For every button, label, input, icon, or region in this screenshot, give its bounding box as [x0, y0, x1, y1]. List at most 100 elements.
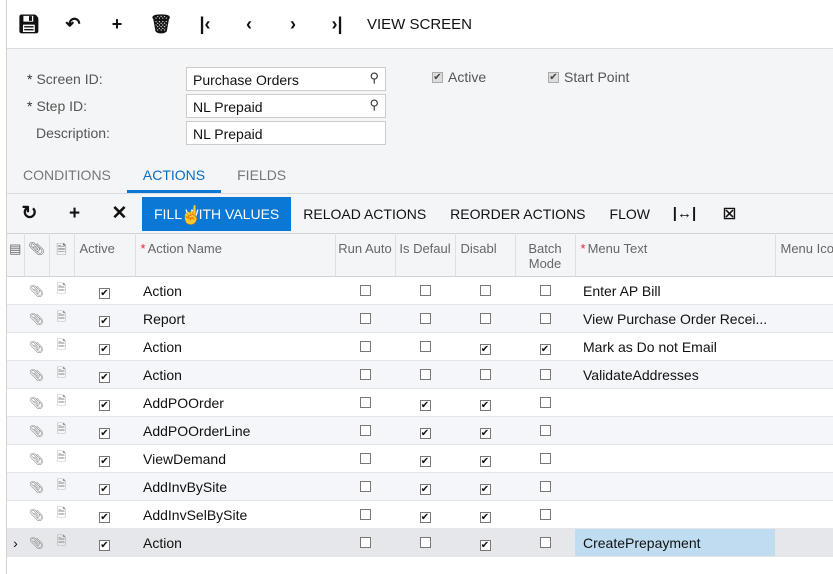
action-name-cell[interactable]: Action [135, 360, 335, 389]
attachment-icon[interactable]: 📎︎ [24, 416, 49, 445]
step-id-field[interactable]: NL Prepaid ⚲ [186, 94, 386, 118]
disabled-checkbox[interactable]: ✔ [479, 399, 491, 411]
batch-mode-checkbox[interactable] [539, 312, 551, 324]
active-checkbox[interactable]: ✔ [99, 483, 110, 495]
table-row[interactable]: 📎︎ 🗎︎ ✔ Report View Purchase Order Recei… [7, 304, 833, 333]
col-batch-mode[interactable]: Batch Mode [515, 233, 576, 277]
attachment-icon[interactable]: 📎︎ [24, 444, 49, 473]
batch-mode-checkbox[interactable] [539, 368, 551, 380]
undo-icon[interactable]: ↶ [51, 2, 95, 46]
tab-fields[interactable]: FIELDS [221, 155, 302, 193]
menu-text-cell[interactable]: Mark as Do not Email [575, 332, 775, 361]
is-default-checkbox[interactable] [419, 368, 431, 380]
attachment-icon[interactable]: 📎︎ [24, 360, 49, 389]
next-record-icon[interactable]: › [271, 2, 315, 46]
fit-columns-icon[interactable]: |↔| [662, 205, 707, 222]
col-active[interactable]: Active [74, 233, 136, 277]
active-checkbox[interactable]: ✔ [99, 455, 110, 467]
menu-icon-cell[interactable] [775, 276, 833, 305]
run-auto-checkbox[interactable] [359, 452, 371, 464]
first-record-icon[interactable]: |‹ [183, 2, 227, 46]
col-run-auto[interactable]: Run Auto [335, 233, 396, 277]
attachment-icon[interactable]: 📎︎ [24, 304, 49, 333]
last-record-icon[interactable]: ›| [315, 2, 359, 46]
previous-record-icon[interactable]: ‹ [227, 2, 271, 46]
table-row[interactable]: › 📎︎ 🗎︎ ✔ Action ✔ CreatePrepayment [7, 528, 833, 557]
run-auto-checkbox[interactable] [359, 396, 371, 408]
tab-actions[interactable]: ACTIONS [126, 155, 222, 193]
tab-conditions[interactable]: CONDITIONS [7, 155, 127, 193]
attachment-icon[interactable]: 📎︎ [24, 500, 49, 529]
table-row[interactable]: 📎︎ 🗎︎ ✔ AddPOOrderLine ✔ ✔ [7, 416, 833, 445]
batch-mode-checkbox[interactable] [539, 480, 551, 492]
attachment-icon[interactable]: 📎︎ [24, 388, 49, 417]
table-row[interactable]: 📎︎ 🗎︎ ✔ AddInvSelBySite ✔ ✔ [7, 500, 833, 529]
menu-icon-cell[interactable] [775, 444, 833, 473]
active-checkbox[interactable]: ✔ [99, 427, 110, 439]
active-checkbox[interactable]: ✔ [99, 371, 110, 383]
note-icon[interactable]: 🗎︎ [49, 444, 74, 473]
action-name-cell[interactable]: Action [135, 528, 335, 557]
disabled-checkbox[interactable]: ✔ [479, 539, 491, 551]
table-row[interactable]: 📎︎ 🗎︎ ✔ Action ValidateAddresses [7, 360, 833, 389]
is-default-checkbox[interactable]: ✔ [419, 427, 431, 439]
export-excel-icon[interactable]: ☒ [707, 205, 752, 223]
run-auto-checkbox[interactable] [359, 284, 371, 296]
disabled-checkbox[interactable]: ✔ [479, 343, 491, 355]
note-icon[interactable]: 🗎︎ [49, 304, 74, 333]
is-default-checkbox[interactable]: ✔ [419, 511, 431, 523]
row-settings-icon[interactable]: ▤ [7, 233, 25, 277]
save-icon[interactable]: 💾︎ [7, 2, 51, 46]
action-name-cell[interactable]: ViewDemand [135, 444, 335, 473]
attachment-icon[interactable]: 📎︎ [24, 332, 49, 361]
is-default-checkbox[interactable] [419, 340, 431, 352]
disabled-checkbox[interactable] [479, 312, 491, 324]
col-menu-text[interactable]: * Menu Text [575, 233, 776, 277]
search-icon[interactable]: ⚲ [369, 97, 379, 113]
menu-icon-cell[interactable] [775, 360, 833, 389]
delete-icon[interactable]: 🗑︎ [139, 2, 183, 46]
note-icon[interactable]: 🗎︎ [49, 332, 74, 361]
active-checkbox[interactable]: ✔ [99, 315, 110, 327]
add-row-icon[interactable]: + [52, 203, 97, 225]
disabled-checkbox[interactable]: ✔ [479, 455, 491, 467]
screen-id-field[interactable]: Purchase Orders ⚲ [186, 67, 386, 91]
batch-mode-checkbox[interactable] [539, 284, 551, 296]
disabled-checkbox[interactable]: ✔ [479, 427, 491, 439]
batch-mode-checkbox[interactable] [539, 452, 551, 464]
attachment-icon[interactable]: 📎︎ [24, 276, 49, 305]
action-name-cell[interactable]: Action [135, 276, 335, 305]
action-name-cell[interactable]: Action [135, 332, 335, 361]
run-auto-checkbox[interactable] [359, 368, 371, 380]
note-icon[interactable]: 🗎︎ [49, 416, 74, 445]
add-icon[interactable]: + [95, 2, 139, 46]
batch-mode-checkbox[interactable] [539, 424, 551, 436]
is-default-checkbox[interactable]: ✔ [419, 399, 431, 411]
fill-with-values-button[interactable]: FILL WITH VALUES [142, 196, 292, 231]
active-checkbox[interactable]: ✔ [99, 287, 110, 299]
action-name-cell[interactable]: AddInvBySite [135, 472, 335, 501]
run-auto-checkbox[interactable] [359, 536, 371, 548]
table-row[interactable]: 📎︎ 🗎︎ ✔ Action Enter AP Bill [7, 276, 833, 305]
batch-mode-checkbox[interactable]: ✔ [539, 343, 551, 355]
refresh-icon[interactable]: ↻ [7, 202, 52, 225]
reorder-actions-button[interactable]: REORDER ACTIONS [438, 197, 597, 231]
note-icon[interactable]: 🗎︎ [49, 388, 74, 417]
col-disabled[interactable]: Disabl [455, 233, 516, 277]
run-auto-checkbox[interactable] [359, 424, 371, 436]
attachment-icon[interactable]: 📎︎ [24, 528, 49, 557]
description-field[interactable]: NL Prepaid [186, 121, 386, 145]
is-default-checkbox[interactable] [419, 312, 431, 324]
note-icon[interactable]: 🗎︎ [49, 276, 74, 305]
disabled-checkbox[interactable]: ✔ [479, 511, 491, 523]
menu-icon-cell[interactable] [775, 416, 833, 445]
menu-text-cell[interactable]: Enter AP Bill [575, 276, 775, 305]
active-checkbox[interactable]: ✔ [99, 539, 110, 551]
note-icon[interactable]: 🗎︎ [49, 528, 74, 557]
active-checkbox[interactable]: ✔ [99, 511, 110, 523]
action-name-cell[interactable]: AddPOOrderLine [135, 416, 335, 445]
is-default-checkbox[interactable]: ✔ [419, 483, 431, 495]
active-checkbox[interactable]: ✔ [99, 399, 110, 411]
menu-text-cell[interactable] [575, 500, 775, 529]
menu-text-cell[interactable] [575, 444, 775, 473]
